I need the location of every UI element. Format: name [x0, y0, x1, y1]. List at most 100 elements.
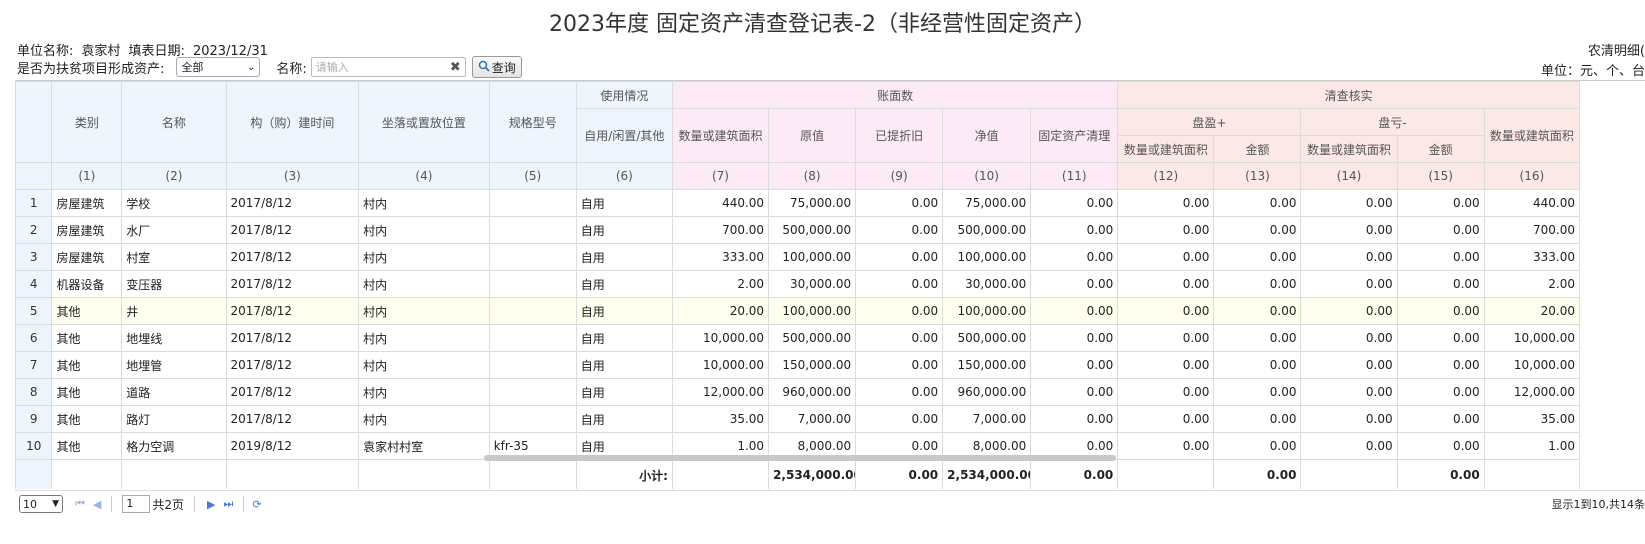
row-deficit-amount[interactable]: 0.00: [1396, 189, 1485, 217]
row-qty-area[interactable]: 10,000.00: [671, 351, 770, 379]
row-depreciation[interactable]: 0.00: [855, 216, 944, 244]
row-build-time[interactable]: 2019/8/12: [225, 432, 360, 460]
row-deficit-amount[interactable]: 0.00: [1396, 405, 1485, 433]
row-qty-area[interactable]: 35.00: [671, 405, 770, 433]
row-category[interactable]: 房屋建筑: [51, 216, 123, 244]
row-build-time[interactable]: 2017/8/12: [225, 378, 360, 406]
row-location[interactable]: 村内: [358, 216, 490, 244]
row-surplus-amount[interactable]: 0.00: [1213, 432, 1302, 460]
row-build-time[interactable]: 2017/8/12: [225, 297, 360, 325]
row-usage[interactable]: 自用: [575, 297, 673, 325]
row-qty-area[interactable]: 333.00: [671, 243, 770, 271]
row-original[interactable]: 75,000.00: [768, 189, 857, 217]
row-depreciation[interactable]: 0.00: [855, 351, 944, 379]
row-usage[interactable]: 自用: [575, 270, 673, 298]
row-category[interactable]: 机器设备: [51, 270, 123, 298]
row-surplus-qty[interactable]: 0.00: [1117, 216, 1215, 244]
row-deficit-qty[interactable]: 0.00: [1300, 351, 1398, 379]
row-category[interactable]: 其他: [51, 351, 123, 379]
table-row[interactable]: 3 房屋建筑 村室 2017/8/12 村内 自用 333.00 100,000.00 0.00…: [15, 243, 1581, 271]
row-net[interactable]: 960,000.00: [942, 378, 1032, 406]
row-name[interactable]: 学校: [121, 189, 227, 217]
row-build-time[interactable]: 2017/8/12: [225, 270, 360, 298]
row-surplus-amount[interactable]: 0.00: [1213, 324, 1302, 352]
row-build-time[interactable]: 2017/8/12: [225, 189, 360, 217]
row-surplus-amount[interactable]: 0.00: [1213, 378, 1302, 406]
table-row[interactable]: 1 房屋建筑 学校 2017/8/12 村内 自用 440.00 75,000.00 0.00 7…: [15, 189, 1581, 217]
row-surplus-qty[interactable]: 0.00: [1117, 189, 1215, 217]
row-qty-area[interactable]: 2.00: [671, 270, 770, 298]
row-category[interactable]: 其他: [51, 378, 123, 406]
row-surplus-amount[interactable]: 0.00: [1213, 297, 1302, 325]
row-net[interactable]: 7,000.00: [942, 405, 1032, 433]
row-location[interactable]: 村内: [358, 270, 490, 298]
row-original[interactable]: 500,000.00: [768, 216, 857, 244]
row-depreciation[interactable]: 0.00: [855, 378, 944, 406]
page-size-select[interactable]: 10 ▼: [19, 495, 63, 513]
row-build-time[interactable]: 2017/8/12: [225, 216, 360, 244]
row-net[interactable]: 500,000.00: [942, 324, 1032, 352]
row-build-time[interactable]: 2017/8/12: [225, 405, 360, 433]
table-row[interactable]: 2 房屋建筑 水厂 2017/8/12 村内 自用 700.00 500,000.00 0.00…: [15, 216, 1581, 244]
row-net[interactable]: 75,000.00: [942, 189, 1032, 217]
row-surplus-qty[interactable]: 0.00: [1117, 324, 1215, 352]
row-surplus-amount[interactable]: 0.00: [1213, 405, 1302, 433]
row-build-time[interactable]: 2017/8/12: [225, 324, 360, 352]
row-depreciation[interactable]: 0.00: [855, 405, 944, 433]
row-category[interactable]: 房屋建筑: [51, 189, 123, 217]
row-depreciation[interactable]: 0.00: [855, 324, 944, 352]
row-net[interactable]: 30,000.00: [942, 270, 1032, 298]
row-spec[interactable]: [488, 351, 577, 379]
row-cleanup[interactable]: 0.00: [1030, 297, 1119, 325]
row-deficit-qty[interactable]: 0.00: [1300, 378, 1398, 406]
clear-icon[interactable]: ✖: [450, 60, 461, 75]
row-deficit-qty[interactable]: 0.00: [1300, 297, 1398, 325]
next-page-icon[interactable]: ▶: [207, 498, 215, 511]
row-qty-area[interactable]: 20.00: [671, 297, 770, 325]
row-net[interactable]: 100,000.00: [942, 297, 1032, 325]
row-qty-area[interactable]: 12,000.00: [671, 378, 770, 406]
row-deficit-qty[interactable]: 0.00: [1300, 324, 1398, 352]
row-cleanup[interactable]: 0.00: [1030, 243, 1119, 271]
row-original[interactable]: 150,000.00: [768, 351, 857, 379]
row-net[interactable]: 500,000.00: [942, 216, 1032, 244]
row-name[interactable]: 路灯: [121, 405, 227, 433]
row-qty-area[interactable]: 700.00: [671, 216, 770, 244]
row-verified-qty[interactable]: 12,000.00: [1483, 378, 1581, 406]
row-deficit-amount[interactable]: 0.00: [1396, 378, 1485, 406]
row-deficit-amount[interactable]: 0.00: [1396, 297, 1485, 325]
table-row[interactable]: 6 其他 地埋线 2017/8/12 村内 自用 10,000.00 500,000.00 0.…: [15, 324, 1581, 352]
row-surplus-amount[interactable]: 0.00: [1213, 270, 1302, 298]
row-name[interactable]: 地埋管: [121, 351, 227, 379]
row-spec[interactable]: [488, 378, 577, 406]
row-usage[interactable]: 自用: [575, 324, 673, 352]
row-usage[interactable]: 自用: [575, 405, 673, 433]
row-original[interactable]: 30,000.00: [768, 270, 857, 298]
row-deficit-qty[interactable]: 0.00: [1300, 243, 1398, 271]
last-page-icon[interactable]: ⏭: [223, 497, 233, 511]
row-location[interactable]: 村内: [358, 405, 490, 433]
row-depreciation[interactable]: 0.00: [855, 297, 944, 325]
row-deficit-qty[interactable]: 0.00: [1300, 432, 1398, 460]
row-location[interactable]: 村内: [358, 324, 490, 352]
row-surplus-qty[interactable]: 0.00: [1117, 351, 1215, 379]
row-deficit-qty[interactable]: 0.00: [1300, 189, 1398, 217]
row-deficit-amount[interactable]: 0.00: [1396, 324, 1485, 352]
row-spec[interactable]: [488, 324, 577, 352]
row-verified-qty[interactable]: 700.00: [1483, 216, 1581, 244]
query-button[interactable]: 查询: [471, 56, 522, 78]
row-usage[interactable]: 自用: [575, 189, 673, 217]
row-category[interactable]: 其他: [51, 432, 123, 460]
row-usage[interactable]: 自用: [575, 378, 673, 406]
row-surplus-qty[interactable]: 0.00: [1117, 432, 1215, 460]
row-category[interactable]: 房屋建筑: [51, 243, 123, 271]
row-spec[interactable]: [488, 405, 577, 433]
row-usage[interactable]: 自用: [575, 243, 673, 271]
refresh-icon[interactable]: ⟳: [252, 498, 261, 511]
row-deficit-qty[interactable]: 0.00: [1300, 405, 1398, 433]
row-depreciation[interactable]: 0.00: [855, 270, 944, 298]
row-surplus-qty[interactable]: 0.00: [1117, 378, 1215, 406]
row-usage[interactable]: 自用: [575, 216, 673, 244]
row-net[interactable]: 100,000.00: [942, 243, 1032, 271]
row-location[interactable]: 村内: [358, 189, 490, 217]
